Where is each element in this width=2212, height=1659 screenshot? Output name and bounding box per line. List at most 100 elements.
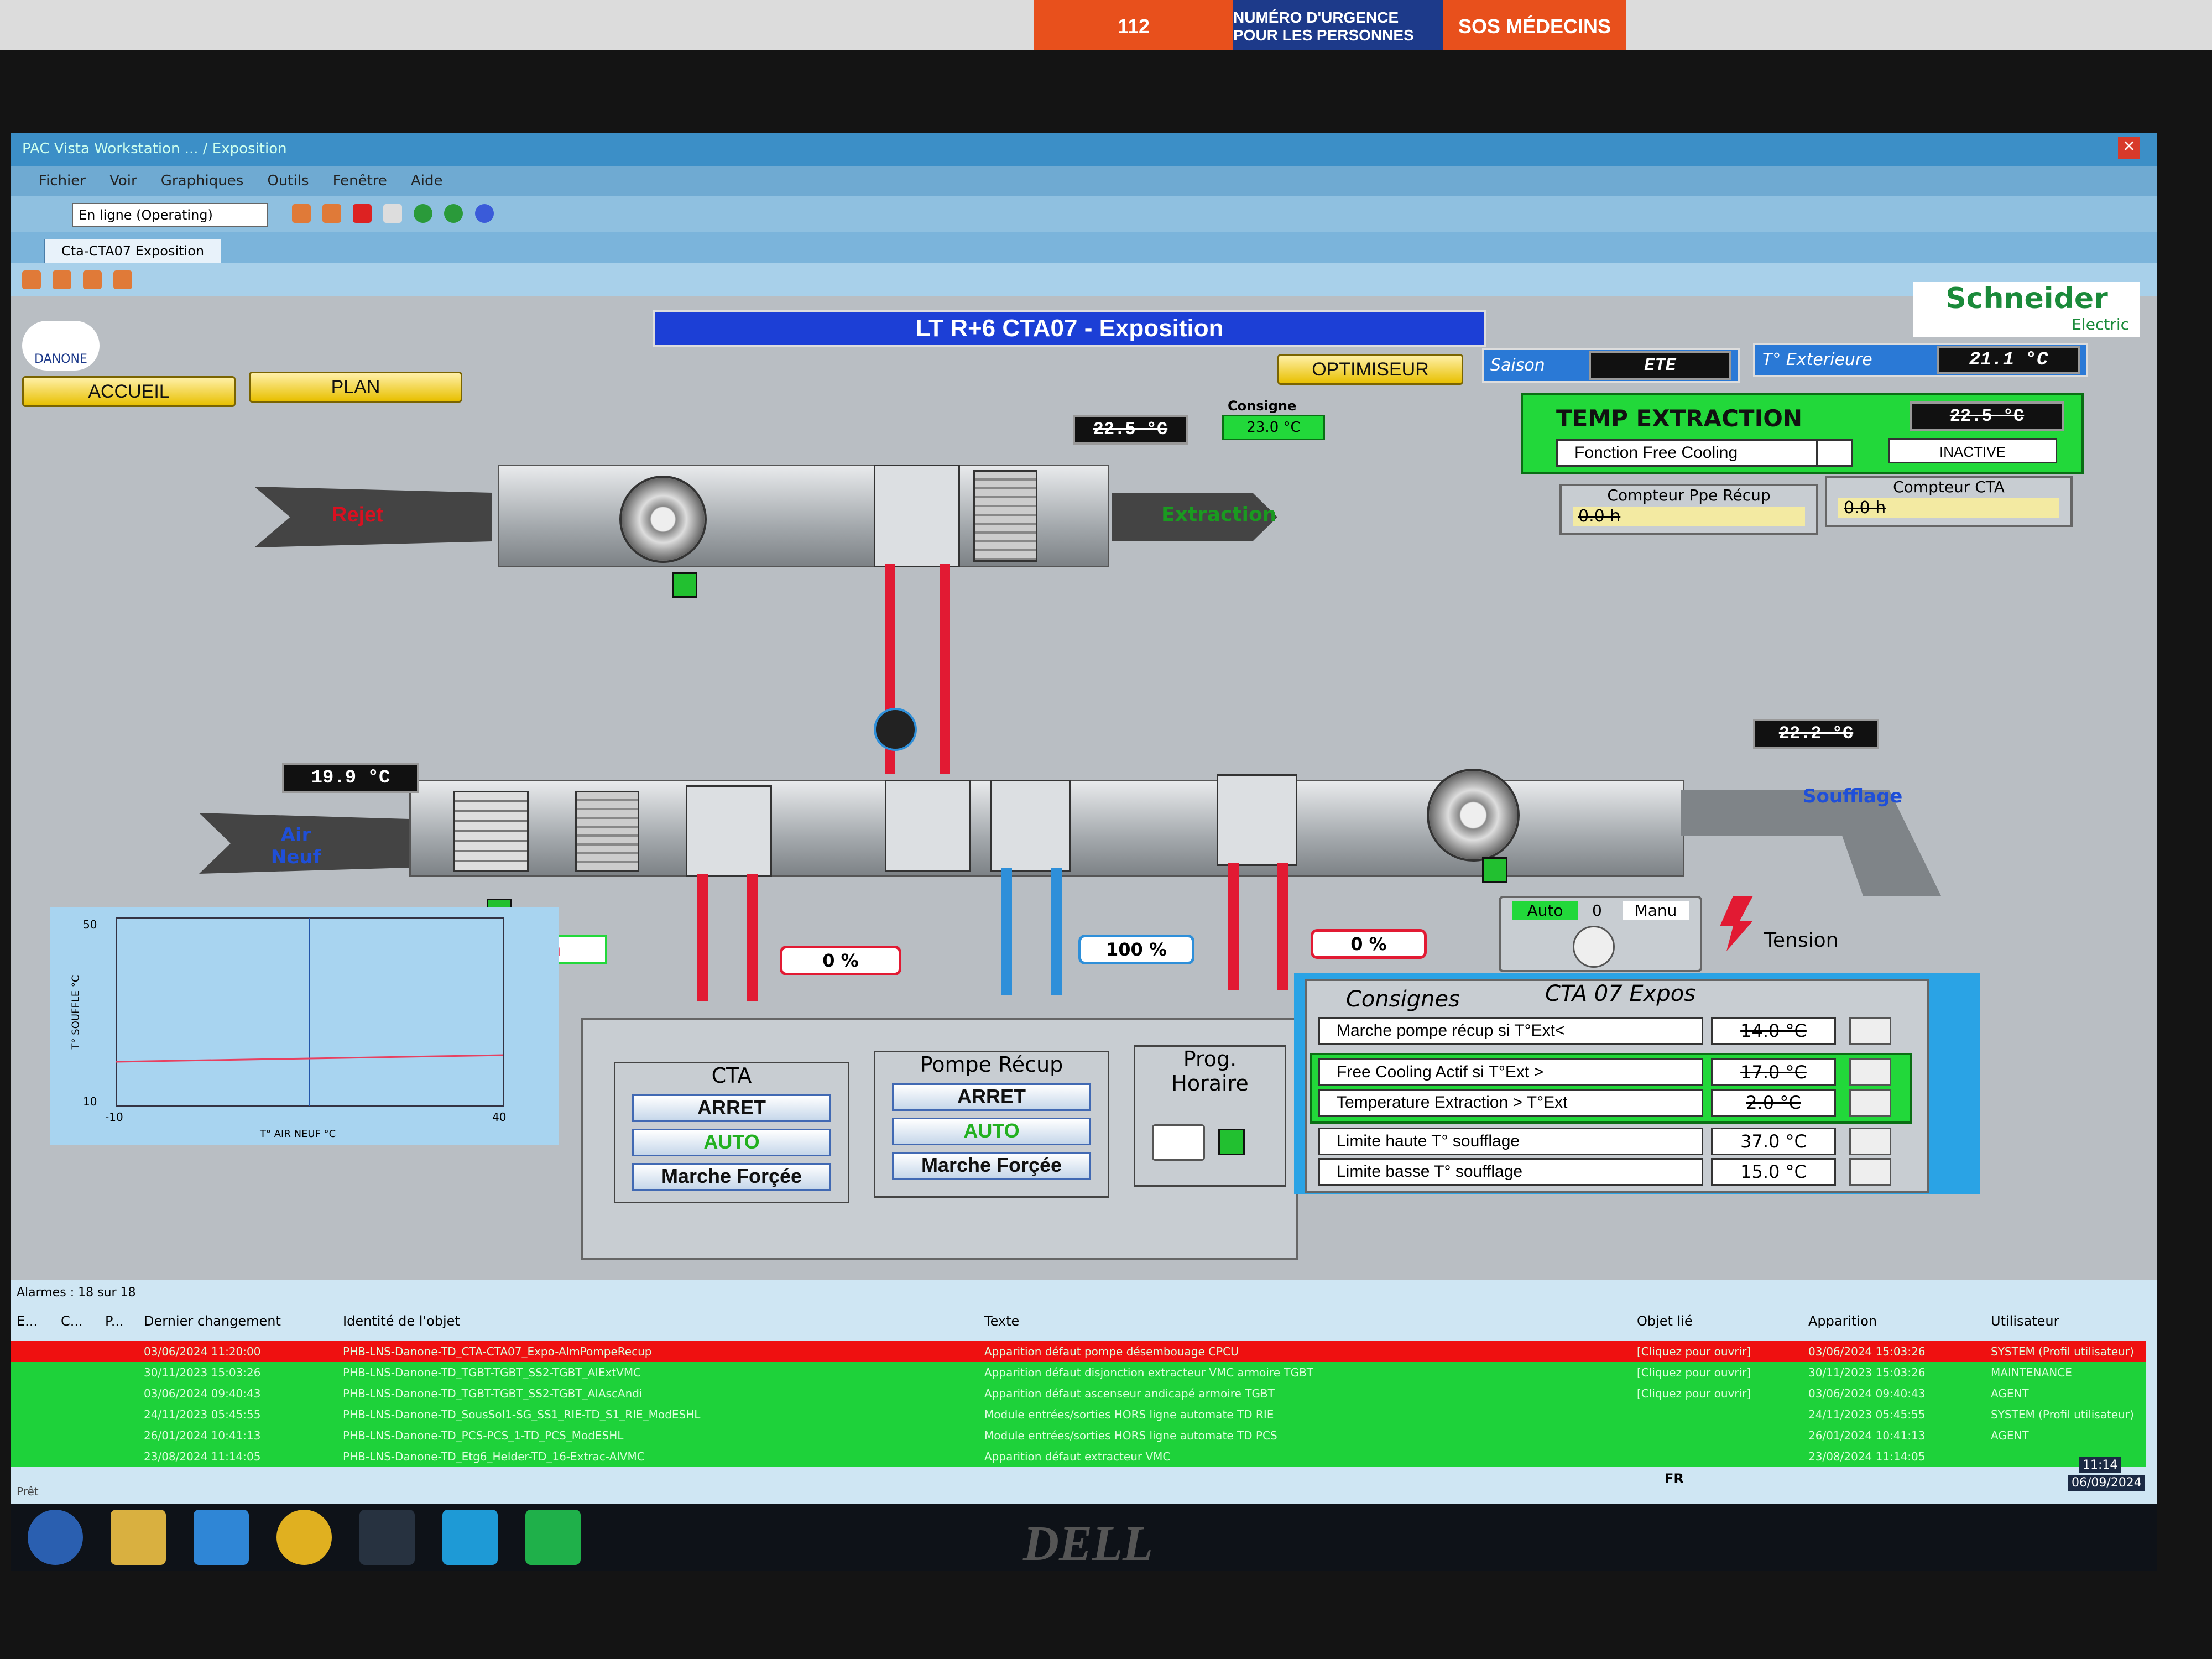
consigne-row-value[interactable]: 37.0 °C	[1711, 1128, 1836, 1155]
menu-fichier[interactable]: Fichier	[39, 166, 86, 196]
accueil-button[interactable]: ACCUEIL	[22, 376, 236, 407]
tray-date[interactable]: 06/09/2024	[2068, 1475, 2145, 1491]
col-appear[interactable]: Apparition	[1808, 1313, 1877, 1329]
season-box: Saison ETE	[1482, 348, 1740, 383]
open-icon[interactable]	[292, 204, 311, 223]
alarm-linked[interactable]: [Cliquez pour ouvrir]	[1637, 1341, 1751, 1362]
mode-knob-icon[interactable]	[1573, 926, 1615, 968]
back-icon[interactable]	[414, 204, 433, 223]
alarm-appear: 03/06/2024 09:40:43	[1808, 1387, 1926, 1400]
col-p[interactable]: P...	[105, 1313, 124, 1329]
optimiseur-button[interactable]: OPTIMISEUR	[1277, 354, 1463, 385]
consigne-row-value[interactable]: 17.0 °C	[1711, 1058, 1836, 1086]
help-icon[interactable]	[474, 204, 494, 223]
stepper-icon[interactable]	[1849, 1089, 1891, 1117]
alarm-row[interactable]: 26/01/2024 10:41:13 PHB-LNS-Danone-TD_PC…	[11, 1425, 2146, 1446]
soufflage-label: Soufflage	[1803, 785, 1903, 807]
mode-select[interactable]: En ligne (Operating)	[72, 203, 268, 227]
danone-logo: DANONE	[22, 321, 100, 371]
stepper-icon[interactable]	[1849, 1158, 1891, 1186]
print-icon[interactable]	[113, 270, 133, 289]
col-ident[interactable]: Identité de l'objet	[343, 1313, 460, 1329]
alarm-text: Apparition défaut disjonction extracteur…	[984, 1366, 1314, 1379]
page-icon[interactable]	[383, 204, 403, 223]
menu-voir[interactable]: Voir	[109, 166, 137, 196]
col-c[interactable]: C...	[61, 1313, 83, 1329]
menu-aide[interactable]: Aide	[411, 166, 443, 196]
alarm-linked[interactable]: [Cliquez pour ouvrir]	[1637, 1362, 1751, 1383]
stepper-icon[interactable]	[1849, 1058, 1891, 1086]
preheat-coil	[686, 785, 772, 877]
consigne-row-label: Limite haute T° soufflage	[1318, 1128, 1703, 1155]
extraction-fan-run-icon[interactable]	[672, 572, 697, 598]
folder-icon[interactable]	[322, 204, 342, 223]
recovery-coil-upper	[874, 465, 960, 567]
cta-arret-button[interactable]: ARRET	[632, 1094, 831, 1122]
alarm-linked[interactable]: [Cliquez pour ouvrir]	[1637, 1383, 1751, 1404]
supply-filter-2	[575, 791, 639, 872]
app-icon[interactable]	[525, 1510, 581, 1565]
consigne-row-value[interactable]: 15.0 °C	[1711, 1158, 1836, 1186]
ppe-counter-label: Compteur Ppe Récup	[1607, 486, 1771, 504]
zoom-out-icon[interactable]	[83, 270, 102, 289]
alarm-row[interactable]: 03/06/2024 09:40:43 PHB-LNS-Danone-TD_TG…	[11, 1383, 2146, 1404]
explorer-icon[interactable]	[111, 1510, 166, 1565]
plan-button[interactable]: PLAN	[249, 372, 462, 403]
prog-run-icon[interactable]	[1218, 1129, 1245, 1155]
col-linked[interactable]: Objet lié	[1637, 1313, 1693, 1329]
stepper-icon[interactable]	[1849, 1128, 1891, 1155]
mode-selector[interactable]: Auto 0 Manu	[1499, 896, 1702, 972]
recovery-pump-icon[interactable]	[874, 708, 917, 751]
close-icon[interactable]: ✕	[2118, 137, 2140, 159]
col-text[interactable]: Texte	[984, 1313, 1019, 1329]
consigne-row-value[interactable]: 2.0 °C	[1711, 1089, 1836, 1117]
col-e[interactable]: E...	[17, 1313, 38, 1329]
app-icon[interactable]	[359, 1510, 415, 1565]
clock-icon[interactable]	[1152, 1124, 1205, 1161]
menu-graphiques[interactable]: Graphiques	[161, 166, 244, 196]
menu-outils[interactable]: Outils	[267, 166, 309, 196]
season-label: Saison	[1490, 356, 1545, 375]
zoom-in-icon[interactable]	[53, 270, 72, 289]
alarm-row[interactable]: 30/11/2023 15:03:26 PHB-LNS-Danone-TD_TG…	[11, 1362, 2146, 1383]
consigne-row-value[interactable]: 14.0 °C	[1711, 1017, 1836, 1045]
trend-ymax: 50	[83, 918, 97, 931]
forward-icon[interactable]	[444, 204, 463, 223]
tray-time[interactable]: 11:14	[2079, 1457, 2121, 1473]
alarm-changed: 03/06/2024 09:40:43	[144, 1387, 261, 1400]
trend-xmax: 40	[492, 1110, 507, 1124]
supply-fan-run-icon[interactable]	[1482, 857, 1507, 883]
stepper-icon[interactable]	[1849, 1017, 1891, 1045]
tray-lang[interactable]: FR	[1665, 1471, 1684, 1486]
alarm-icon[interactable]	[353, 204, 372, 223]
pompe-arret-button[interactable]: ARRET	[892, 1083, 1091, 1111]
pompe-auto-button[interactable]: AUTO	[892, 1118, 1091, 1145]
alarm-row[interactable]: 23/08/2024 11:14:05 PHB-LNS-Danone-TD_Et…	[11, 1446, 2146, 1467]
alarm-row[interactable]: 03/06/2024 11:20:00 PHB-LNS-Danone-TD_CT…	[11, 1341, 2146, 1362]
alarm-user: AGENT	[1991, 1387, 2029, 1400]
chrome-icon[interactable]	[276, 1510, 332, 1565]
alarm-user: SYSTEM (Profil utilisateur)	[1991, 1345, 2134, 1358]
ppe-counter: Compteur Ppe Récup 0.0 h	[1559, 484, 1818, 535]
preheat-valve-pct: 0 %	[780, 946, 901, 975]
internet-explorer-icon[interactable]	[194, 1510, 249, 1565]
tab-cta07[interactable]: Cta-CTA07 Exposition	[44, 239, 222, 264]
cta-forcee-button[interactable]: Marche Forçée	[632, 1163, 831, 1191]
app-icon[interactable]	[442, 1510, 498, 1565]
cta-auto-button[interactable]: AUTO	[632, 1129, 831, 1156]
screen: PAC Vista Workstation ... / Exposition ✕…	[11, 133, 2157, 1504]
alarm-ident: PHB-LNS-Danone-TD_Etg6_Helder-TD_16-Extr…	[343, 1450, 645, 1463]
col-changed[interactable]: Dernier changement	[144, 1313, 281, 1329]
start-button-icon[interactable]	[28, 1510, 83, 1565]
select-icon[interactable]	[22, 270, 41, 289]
alarm-ident: PHB-LNS-Danone-TD_CTA-CTA07_Expo-AlmPomp…	[343, 1345, 652, 1358]
menu-fenetre[interactable]: Fenêtre	[333, 166, 387, 196]
schneider-subtitle: Electric	[2072, 315, 2129, 333]
pompe-forcee-button[interactable]: Marche Forçée	[892, 1152, 1091, 1180]
alarm-row[interactable]: 24/11/2023 05:45:55 PHB-LNS-Danone-TD_So…	[11, 1404, 2146, 1425]
mode-manu[interactable]: Manu	[1623, 901, 1689, 920]
col-user[interactable]: Utilisateur	[1991, 1313, 2059, 1329]
cta-group: CTA ARRET AUTO Marche Forçée	[614, 1062, 849, 1203]
preheat-pipe-1	[697, 874, 708, 1001]
mode-auto[interactable]: Auto	[1512, 901, 1578, 920]
